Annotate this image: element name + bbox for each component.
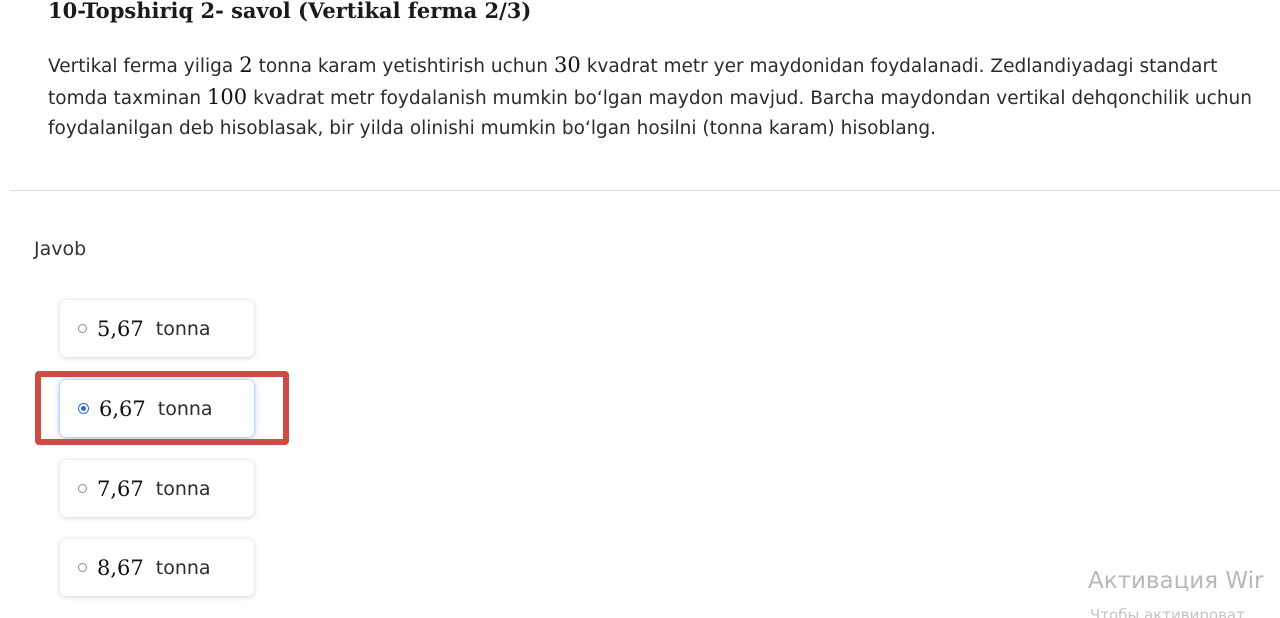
question-number-area: 30 <box>553 53 581 77</box>
option-value: 5,67 <box>97 316 144 341</box>
option-unit: tonna <box>155 556 211 579</box>
answer-option-4[interactable]: 8,67 tonna <box>60 539 254 596</box>
question-number-roof-area: 100 <box>207 85 248 109</box>
quiz-page: 10-Topshiriq 2- savol (Vertikal ferma 2/… <box>0 0 1280 618</box>
answer-option-2[interactable]: 6,67 tonna <box>60 380 254 437</box>
option-value: 8,67 <box>97 555 144 580</box>
radio-button-3[interactable] <box>78 484 87 493</box>
activation-watermark: Активация Wir <box>1088 568 1264 594</box>
question-part-2: tonna karam yetishtirish uchun <box>258 56 548 77</box>
question-part-1: Vertikal ferma yiliga <box>48 56 234 77</box>
radio-button-1[interactable] <box>78 324 87 333</box>
radio-button-4[interactable] <box>78 563 87 572</box>
option-unit: tonna <box>157 397 213 420</box>
question-text: Vertikal ferma yiliga 2 tonna karam yetish… <box>48 50 1263 144</box>
section-divider <box>10 190 1280 191</box>
activation-watermark-subtext: Чтобы активироват <box>1090 606 1245 618</box>
option-unit: tonna <box>155 317 211 340</box>
answer-option-1[interactable]: 5,67 tonna <box>60 300 254 357</box>
answer-label: Javob <box>34 238 87 260</box>
task-title: 10-Topshiriq 2- savol (Vertikal ferma 2/… <box>48 0 532 23</box>
option-value: 7,67 <box>97 476 144 501</box>
radio-button-2-selected[interactable] <box>78 403 89 414</box>
option-value: 6,67 <box>99 396 146 421</box>
answer-option-3[interactable]: 7,67 tonna <box>60 460 254 517</box>
option-unit: tonna <box>155 477 211 500</box>
question-number-tonnes: 2 <box>239 53 253 77</box>
